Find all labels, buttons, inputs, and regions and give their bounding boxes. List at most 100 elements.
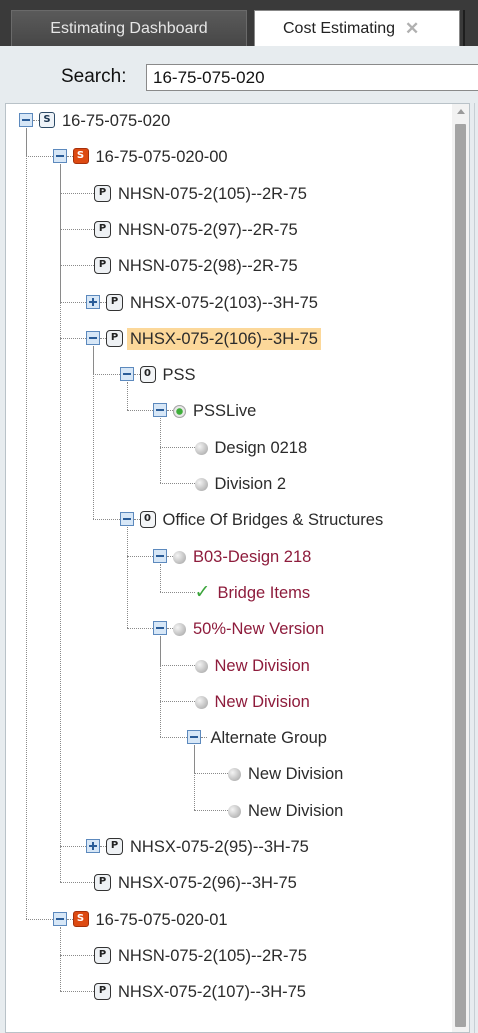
tab-estimating-dashboard[interactable]: Estimating Dashboard — [11, 10, 247, 46]
p-icon: P — [94, 874, 111, 892]
tree-node[interactable]: P NHSX-075-2(103)--3H-75 — [6, 288, 446, 318]
estimate-s-icon: S — [72, 910, 89, 927]
tree-node-label[interactable]: Bridge Items — [215, 582, 314, 604]
scroll-up-icon[interactable] — [452, 104, 469, 120]
tree-node-label[interactable]: NHSX-075-2(95)--3H-75 — [127, 836, 312, 858]
tree-connector-line — [160, 636, 161, 738]
p-icon: P — [106, 329, 123, 347]
tree-node[interactable]: B03-Design 218 — [6, 542, 446, 572]
tree-node[interactable]: P NHSX-075-2(106)--3H-75 — [6, 324, 446, 354]
expand-icon[interactable] — [86, 839, 100, 853]
tree-node-label[interactable]: 50%-New Version — [190, 618, 327, 640]
collapse-icon[interactable] — [119, 367, 134, 382]
tree-node[interactable]: 50%-New Version — [6, 614, 446, 644]
tree-scrollbar[interactable] — [452, 104, 469, 1032]
tree-node[interactable]: P NHSN-075-2(97)--2R-75 — [6, 215, 446, 245]
collapse-icon[interactable] — [119, 512, 134, 527]
collapse-icon[interactable] — [52, 149, 67, 164]
tree-node-label[interactable]: PSS — [160, 364, 199, 386]
tree-node[interactable]: New Division — [6, 759, 446, 789]
tree-node-label[interactable]: Design 0218 — [212, 437, 311, 459]
tree-node-label[interactable]: New Division — [212, 655, 313, 677]
tree-connector-line — [133, 374, 140, 376]
tree-node[interactable]: P NHSX-075-2(95)--3H-75 — [6, 832, 446, 862]
p-icon: P — [106, 838, 123, 855]
tree-node-label[interactable]: NHSN-075-2(105)--2R-75 — [115, 945, 310, 967]
tree-connector-line — [66, 156, 73, 158]
tree-node-label[interactable]: New Division — [212, 691, 313, 713]
tree-node-label[interactable]: New Division — [245, 763, 346, 785]
project-tree: S 16-75-075-020 S 16-75-075-020-00 P NHSN-075… — [5, 103, 470, 1033]
status-gray-icon — [194, 478, 208, 491]
tree-node[interactable]: S 16-75-075-020-00 — [6, 142, 446, 172]
p-icon: P — [94, 946, 111, 964]
tree-node-label[interactable]: 16-75-075-020-00 — [93, 146, 231, 168]
collapse-icon[interactable] — [86, 330, 100, 345]
collapse-icon[interactable] — [153, 403, 167, 418]
tree-node-label[interactable]: 16-75-075-020 — [59, 110, 173, 132]
tab-cost-estimating[interactable]: Cost Estimating ✕ — [254, 10, 460, 46]
status-gray-icon — [194, 441, 208, 455]
collapse-icon[interactable] — [186, 730, 201, 745]
tab-label: Cost Estimating — [283, 19, 396, 37]
tree-node-label[interactable]: NHSX-075-2(106)--3H-75 — [127, 327, 321, 350]
tree-node[interactable]: Division 2 — [6, 469, 446, 499]
tree-connector-line — [126, 527, 128, 629]
p-icon: P — [94, 983, 111, 1001]
tab-bar: Estimating Dashboard Cost Estimating ✕ — [0, 0, 478, 46]
tree-node-label[interactable]: NHSX-075-2(107)--3H-75 — [115, 981, 309, 1003]
tree-node[interactable]: S 16-75-075-020 — [6, 106, 446, 136]
tree-node-label[interactable]: Office Of Bridges & Structures — [160, 509, 387, 531]
tree-node[interactable]: S 16-75-075-020-01 — [6, 905, 446, 935]
status-gray-icon — [194, 659, 208, 673]
tree-node[interactable]: P NHSX-075-2(107)--3H-75 — [6, 977, 446, 1007]
tab-label: Estimating Dashboard — [50, 19, 208, 37]
tree-node[interactable]: New Division — [6, 687, 446, 717]
tree-node-label[interactable]: NHSX-075-2(96)--3H-75 — [115, 872, 300, 894]
tree-node[interactable]: New Division — [6, 796, 446, 826]
tree-node[interactable]: Alternate Group — [6, 723, 446, 753]
close-icon[interactable]: ✕ — [405, 19, 419, 39]
tree-node[interactable]: P NHSX-075-2(96)--3H-75 — [6, 868, 446, 898]
tree-node[interactable]: 0 PSS — [6, 360, 446, 390]
p-icon: P — [94, 220, 111, 238]
tree-node[interactable]: P NHSN-075-2(105)--2R-75 — [6, 179, 446, 209]
search-input[interactable] — [146, 64, 478, 91]
tree-node-label[interactable]: New Division — [245, 800, 346, 822]
tree-node[interactable]: PSSLive — [6, 396, 446, 426]
collapse-icon[interactable] — [153, 548, 167, 563]
tree-node-label[interactable]: NHSX-075-2(103)--3H-75 — [127, 292, 321, 314]
tree-node-label[interactable]: B03-Design 218 — [190, 546, 314, 568]
status-gray-icon — [173, 550, 186, 564]
tree-connector-line — [93, 345, 94, 520]
status-gray-icon — [228, 804, 241, 818]
status-gray-icon — [228, 768, 241, 782]
collapse-icon[interactable] — [52, 911, 67, 926]
tree-node[interactable]: P NHSN-075-2(105)--2R-75 — [6, 941, 446, 971]
collapse-icon[interactable] — [19, 113, 33, 127]
tree-node-label[interactable]: Division 2 — [212, 473, 290, 495]
status-green-icon — [173, 405, 186, 419]
tree-node-label[interactable]: Alternate Group — [208, 727, 330, 749]
tree-connector-line — [26, 128, 27, 919]
project-s-icon: S — [39, 112, 55, 128]
tree-node-label[interactable]: NHSN-075-2(98)--2R-75 — [115, 255, 301, 277]
p-icon: P — [106, 293, 123, 311]
tab-divider — [463, 10, 465, 46]
tree-node[interactable]: 0 Office Of Bridges & Structures — [6, 505, 446, 535]
tree-node-label[interactable]: NHSN-075-2(97)--2R-75 — [115, 219, 301, 241]
tree-node[interactable]: Design 0218 — [6, 433, 446, 463]
zero-icon: 0 — [139, 511, 156, 529]
search-label: Search: — [61, 66, 127, 87]
tree-node-label[interactable]: NHSN-075-2(105)--2R-75 — [115, 183, 310, 205]
scroll-thumb[interactable] — [455, 124, 466, 1027]
tree-node[interactable]: P NHSN-075-2(98)--2R-75 — [6, 251, 446, 281]
expand-icon[interactable] — [86, 294, 100, 309]
tree-node-label[interactable]: 16-75-075-020-01 — [93, 909, 231, 931]
tree-node[interactable]: New Division — [6, 651, 446, 681]
tree-node[interactable]: ✓ Bridge Items — [6, 578, 446, 608]
p-icon: P — [94, 257, 111, 275]
tree-node-label[interactable]: PSSLive — [190, 400, 259, 422]
status-gray-icon — [194, 695, 208, 709]
collapse-icon[interactable] — [153, 621, 167, 636]
